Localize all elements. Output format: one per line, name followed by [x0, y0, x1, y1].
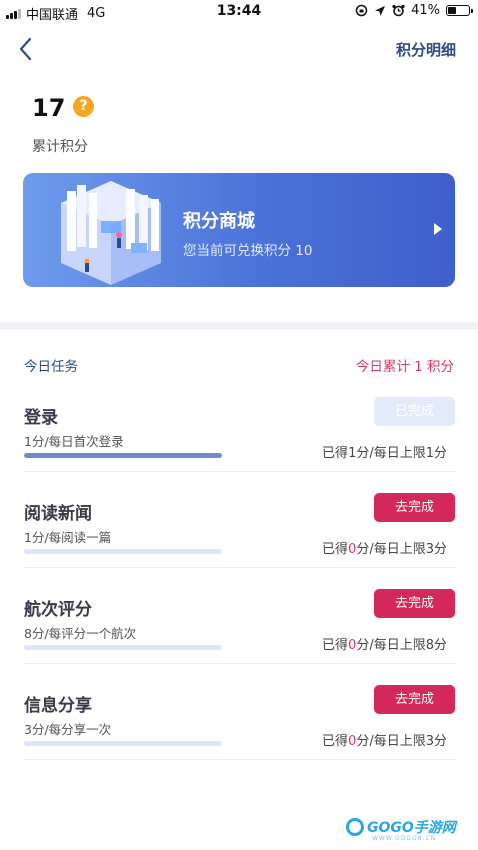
points-detail-link[interactable]: 积分明细 — [396, 39, 456, 60]
task-limit-prefix: 已得 — [322, 446, 349, 461]
task-action-button[interactable]: 已完成 — [374, 397, 455, 426]
task-limit-suffix: 分/每日上限1分 — [356, 446, 447, 461]
task-separator — [24, 663, 455, 664]
total-points-label: 累计积分 — [32, 139, 88, 155]
alarm-icon — [392, 4, 405, 17]
help-icon[interactable]: ? — [73, 96, 94, 117]
triangle-right-icon — [434, 223, 442, 235]
mall-illustration — [61, 181, 161, 285]
battery-level — [448, 7, 457, 14]
section-divider — [0, 322, 478, 330]
task-name: 登录 — [24, 408, 58, 428]
task-description: 1分/每阅读一篇 — [24, 530, 112, 545]
task-progress-bar — [24, 453, 222, 458]
task-description: 3分/每分享一次 — [24, 722, 112, 737]
task-description: 8分/每评分一个航次 — [24, 626, 137, 641]
mall-title: 积分商城 — [183, 211, 255, 232]
task-separator — [24, 471, 455, 472]
points-mall-card[interactable]: 积分商城 您当前可兑换积分 10 — [23, 173, 455, 287]
task-limit: 已得1分/每日上限1分 — [322, 442, 447, 461]
task-name: 信息分享 — [24, 696, 92, 716]
task-item: 航次评分 8分/每评分一个航次 去完成 已得0分/每日上限8分 — [24, 589, 455, 691]
watermark: GOGO手游网 — [346, 817, 456, 837]
watermark-brand: GOGO手游网 — [367, 820, 456, 836]
task-description: 1分/每日首次登录 — [24, 434, 124, 449]
task-action-button[interactable]: 去完成 — [374, 493, 455, 522]
battery-percent: 41% — [411, 3, 440, 18]
task-separator — [24, 759, 455, 760]
task-name: 阅读新闻 — [24, 504, 92, 524]
today-tasks-title: 今日任务 — [24, 359, 78, 375]
task-limit: 已得0分/每日上限3分 — [322, 730, 447, 749]
task-item: 登录 1分/每日首次登录 已完成 已得1分/每日上限1分 — [24, 397, 455, 499]
task-limit-prefix: 已得 — [322, 638, 349, 653]
task-progress-bar — [24, 741, 222, 746]
task-limit-suffix: 分/每日上限8分 — [356, 638, 447, 653]
task-limit-suffix: 分/每日上限3分 — [356, 542, 447, 557]
task-progress-bar — [24, 549, 222, 554]
status-bar-right: 41% — [355, 3, 473, 18]
status-bar: 中国联通 4G 13:44 41% — [0, 0, 478, 24]
task-separator — [24, 567, 455, 568]
task-item: 信息分享 3分/每分享一次 去完成 已得0分/每日上限3分 — [24, 685, 455, 787]
task-limit: 已得0分/每日上限8分 — [322, 634, 447, 653]
task-limit-prefix: 已得 — [322, 734, 349, 749]
back-button[interactable] — [14, 36, 40, 62]
mall-redeemable-points: 您当前可兑换积分 10 — [183, 243, 313, 259]
task-limit: 已得0分/每日上限3分 — [322, 538, 447, 557]
task-name: 航次评分 — [24, 600, 92, 620]
task-action-button[interactable]: 去完成 — [374, 685, 455, 714]
task-limit-suffix: 分/每日上限3分 — [356, 734, 447, 749]
task-item: 阅读新闻 1分/每阅读一篇 去完成 已得0分/每日上限3分 — [24, 493, 455, 595]
location-icon — [375, 5, 386, 16]
watermark-url: WWW.GOGO8.CN — [372, 835, 437, 842]
battery-icon — [446, 5, 473, 16]
chevron-left-icon — [19, 37, 32, 61]
task-progress-bar — [24, 645, 222, 650]
task-action-button[interactable]: 去完成 — [374, 589, 455, 618]
task-limit-prefix: 已得 — [322, 542, 349, 557]
total-points: 17 — [32, 94, 66, 122]
orientation-lock-icon — [355, 4, 368, 17]
watermark-logo-icon — [346, 818, 364, 836]
today-total-points: 今日累计 1 积分 — [355, 359, 454, 375]
task-progress-fill — [24, 453, 222, 458]
